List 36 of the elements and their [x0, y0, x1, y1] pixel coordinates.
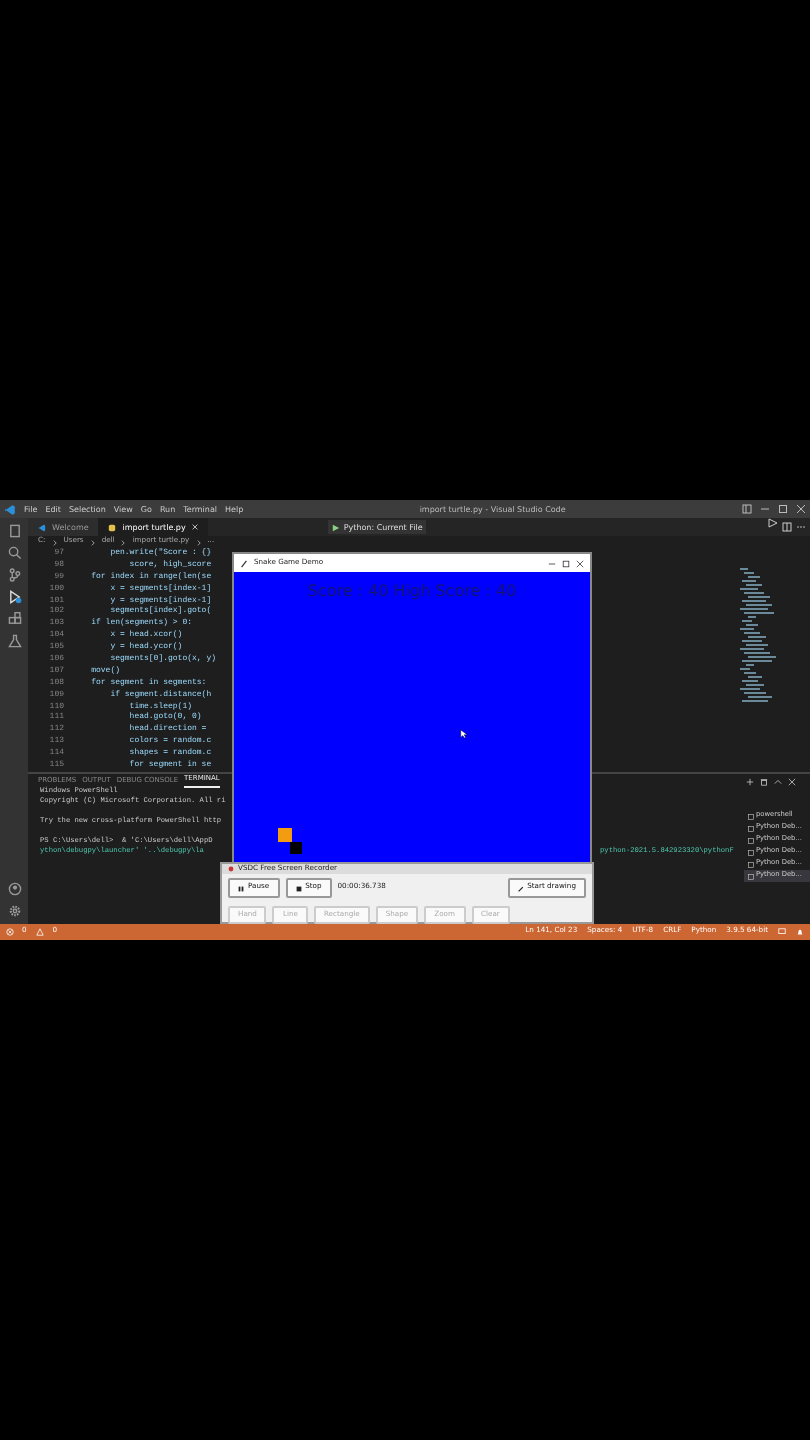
trash-icon[interactable] [760, 777, 768, 785]
app-logo-icon [4, 503, 16, 515]
close-icon[interactable] [576, 559, 584, 567]
split-icon[interactable] [782, 522, 792, 532]
blocks-icon[interactable] [7, 612, 21, 626]
python-file-icon [108, 523, 117, 531]
maximize-icon[interactable] [778, 504, 788, 514]
run-icon[interactable] [768, 518, 778, 528]
branch-icon[interactable] [7, 568, 21, 582]
files-icon[interactable] [7, 524, 21, 538]
settings-icon[interactable] [7, 904, 21, 918]
close-icon[interactable] [796, 504, 806, 514]
bell-icon[interactable] [796, 928, 804, 936]
pen-icon [517, 885, 524, 892]
score-text: Score : 40 High Score : 40 [305, 580, 519, 604]
error-icon [6, 927, 14, 936]
layout-icon[interactable] [742, 504, 752, 514]
recorder-logo-icon [228, 866, 234, 873]
search-icon[interactable] [7, 546, 21, 560]
chevron-up-icon[interactable] [774, 777, 782, 785]
cursor-icon [460, 728, 468, 740]
warning-icon [36, 927, 45, 936]
stop-icon [295, 885, 302, 892]
flask-icon[interactable] [7, 634, 21, 648]
snake-head-icon [290, 842, 302, 854]
maximize-icon[interactable] [562, 559, 570, 567]
minimap-drawing [738, 568, 778, 708]
pause-icon [238, 885, 244, 892]
plus-icon[interactable] [746, 777, 754, 785]
play-bug-icon[interactable] [7, 590, 21, 604]
food-square [278, 828, 292, 842]
account-icon[interactable] [7, 882, 21, 896]
vscode-logo-icon [38, 523, 46, 531]
feedback-icon[interactable] [778, 928, 786, 936]
minimize-icon[interactable] [760, 504, 770, 514]
play-icon[interactable] [331, 523, 340, 531]
